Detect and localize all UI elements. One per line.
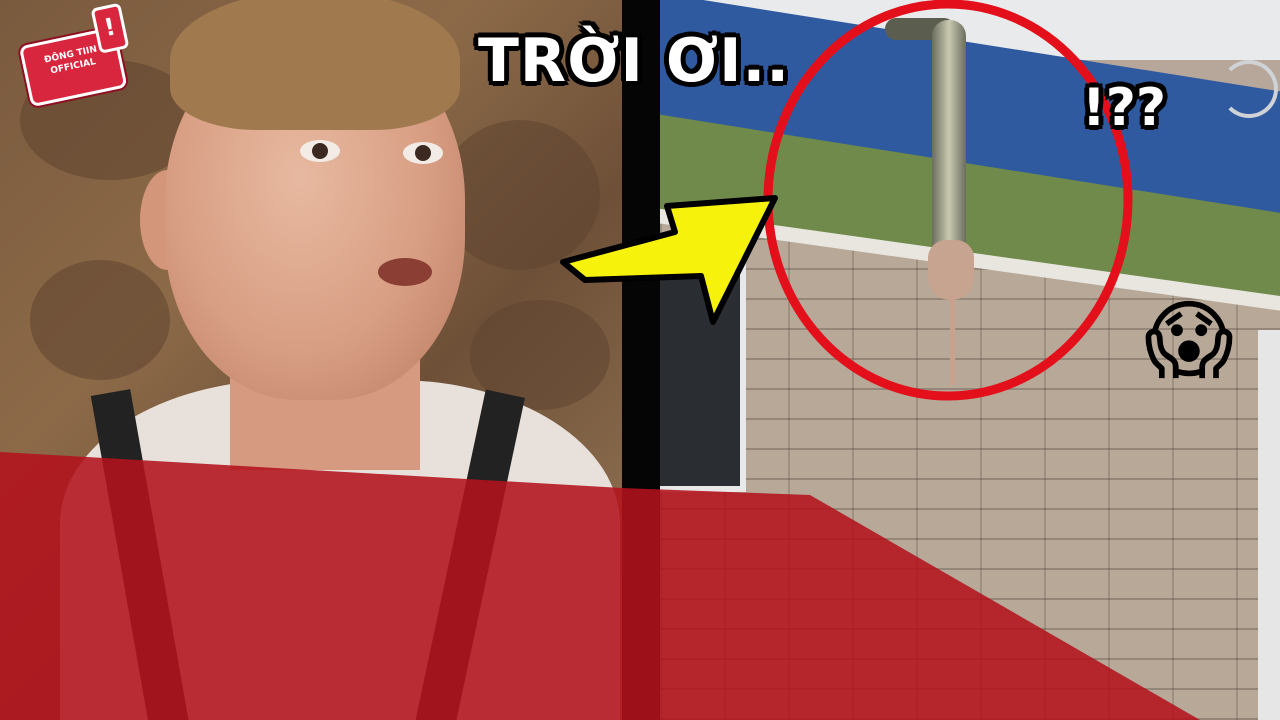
arrow-right-icon [560, 195, 778, 325]
thumbnail-canvas: TRỜI ƠI.. !?? 😱 ĐÔNG TIIN OFFICIAL ! [0, 0, 1280, 720]
dirt-patch [30, 260, 170, 380]
face-screaming-in-fear-icon: 😱 [1144, 291, 1234, 391]
left-photo-panel [0, 0, 622, 720]
white-post [1258, 330, 1280, 720]
satellite-dish [1220, 60, 1278, 118]
exclamation-text: !?? [1082, 78, 1167, 138]
highlight-circle [763, 0, 1133, 401]
headline-text: TRỜI ƠI.. [478, 26, 791, 96]
right-eye [403, 142, 443, 164]
left-eye [300, 140, 340, 162]
panel-divider [622, 0, 660, 720]
open-mouth [378, 258, 432, 286]
person-hair [170, 0, 460, 130]
